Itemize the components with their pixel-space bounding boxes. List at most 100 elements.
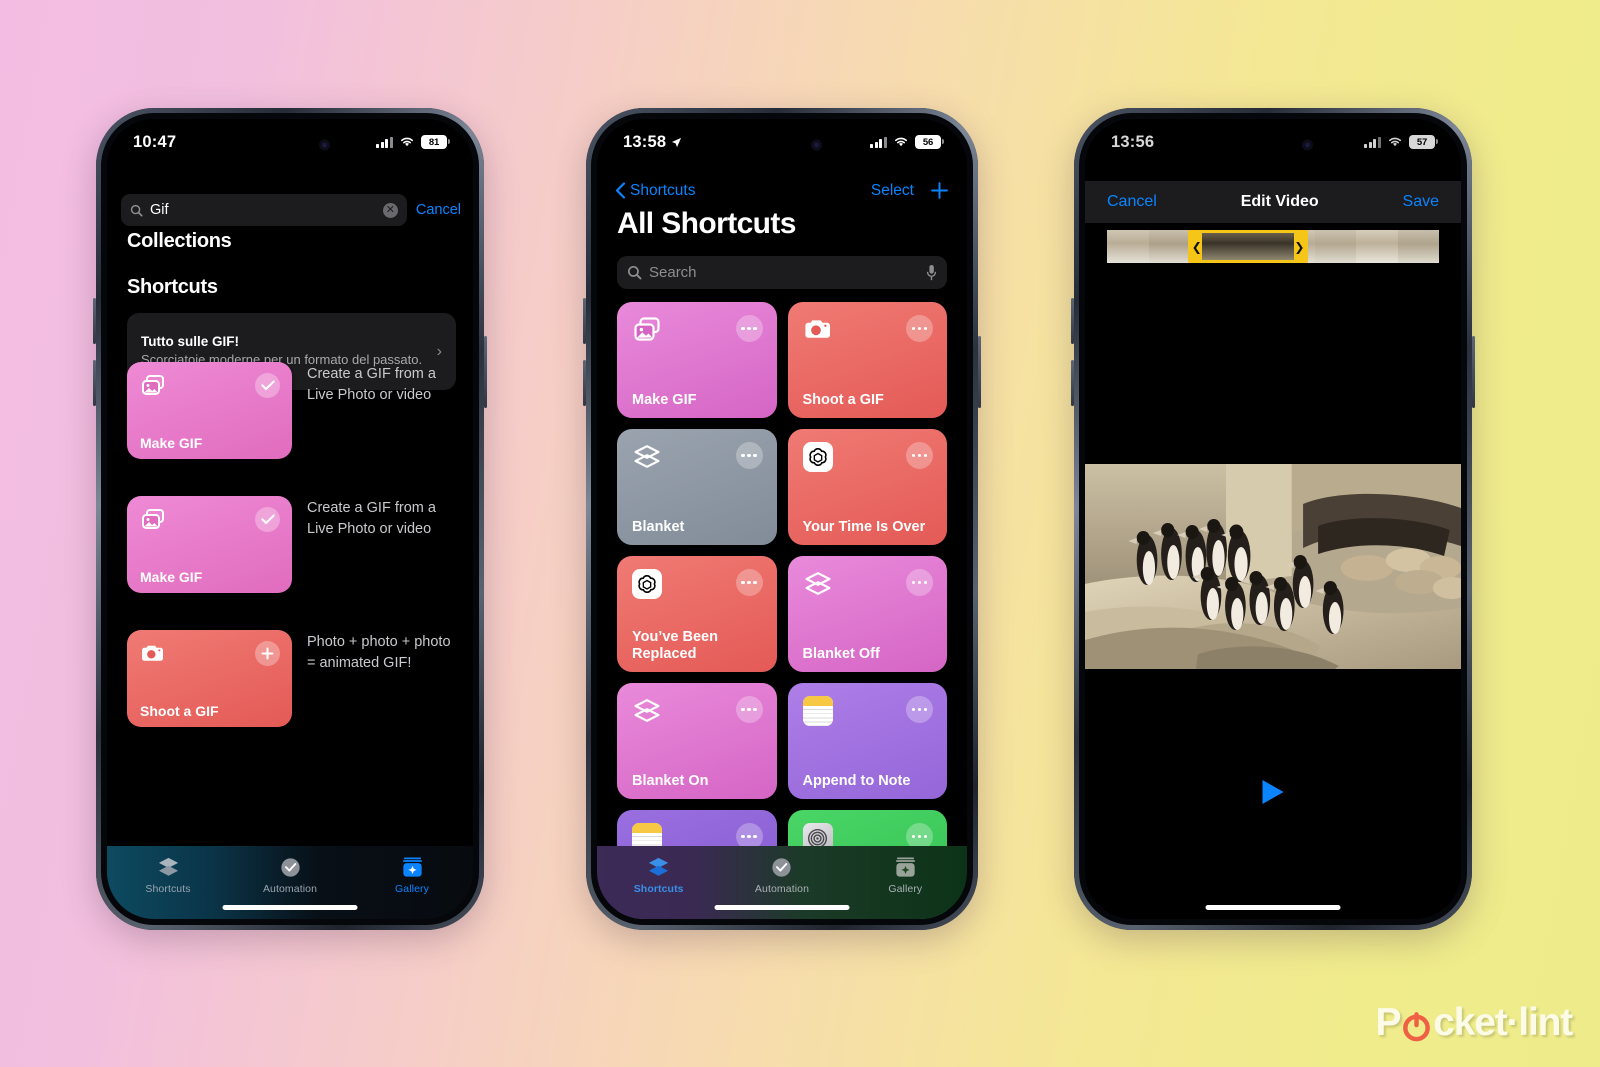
shortcut-tile-make-gif-2[interactable]: Make GIF — [127, 496, 292, 593]
shortcut-name: Your Time Is Over — [802, 518, 926, 535]
select-button[interactable]: Select — [871, 182, 914, 200]
filmstrip-frame — [1148, 230, 1190, 263]
tile-options-button[interactable] — [906, 696, 933, 723]
front-camera-icon — [319, 139, 330, 151]
shortcut-tile-append-to-note[interactable]: Append to Note — [787, 683, 947, 799]
shortcut-name: Make GIF — [632, 391, 697, 408]
photos-stack-icon — [634, 317, 660, 341]
trim-selection-range[interactable]: ❮ ❯ — [1188, 230, 1308, 263]
layers-icon — [634, 445, 660, 468]
video-trim-filmstrip[interactable]: ❮ ❯ — [1107, 230, 1439, 263]
shortcut-tile-make-gif[interactable]: Make GIF — [617, 302, 777, 418]
power-icon — [1401, 1008, 1432, 1041]
tab-automation[interactable]: Automation — [720, 855, 843, 895]
volume-down-button[interactable] — [583, 360, 586, 406]
phone-3-edit-video: 13:56 57 Cancel Edit Video Save ❮ ❯ — [1071, 108, 1475, 930]
shortcut-name: Blanket — [632, 518, 685, 535]
camera-icon — [142, 645, 163, 661]
power-button[interactable] — [978, 336, 981, 408]
shortcut-tile-make-gif-1[interactable]: Make GIF — [127, 362, 292, 459]
collection-name: Tutto sulle GIF! — [141, 334, 239, 350]
shortcut-name: Blanket On — [632, 772, 709, 789]
tile-options-button[interactable] — [735, 442, 763, 469]
phone-1-screen: 10:47 81 Gif ✕ Cancel Collections Tutto … — [107, 119, 473, 919]
home-indicator[interactable] — [714, 905, 850, 910]
back-button[interactable]: Shortcuts — [615, 182, 695, 200]
shortcut-tile-blanket[interactable]: Blanket — [617, 429, 777, 545]
shortcut-tile-blanket-off[interactable]: Blanket Off — [787, 556, 947, 672]
play-icon[interactable] — [1262, 780, 1284, 804]
volume-up-button[interactable] — [93, 298, 96, 344]
battery-level: 56 — [922, 136, 934, 148]
tab-shortcuts[interactable]: Shortcuts — [597, 855, 720, 895]
tab-label: Automation — [754, 883, 810, 895]
wifi-icon — [895, 137, 907, 147]
layers-icon — [649, 857, 669, 876]
tab-label: Shortcuts — [145, 883, 191, 895]
watermark-suffix: cket·lint — [1433, 1001, 1573, 1044]
tile-options-button[interactable] — [735, 569, 763, 596]
shortcut-tile-youve-been-replaced[interactable]: You’ve Been Replaced — [617, 556, 777, 672]
tile-options-button[interactable] — [735, 696, 763, 723]
edit-video-navigation-bar: Cancel Edit Video Save — [1085, 181, 1461, 223]
microphone-icon[interactable] — [926, 264, 937, 281]
power-button[interactable] — [484, 336, 487, 408]
search-input[interactable]: Search — [617, 256, 947, 289]
tile-options-button[interactable] — [906, 569, 933, 596]
power-button[interactable] — [1472, 336, 1475, 408]
volume-up-button[interactable] — [583, 298, 586, 344]
save-button[interactable]: Save — [1403, 193, 1439, 211]
selected-check-badge — [255, 507, 280, 532]
home-indicator[interactable] — [1205, 905, 1341, 910]
filmstrip-frame — [1314, 230, 1356, 263]
volume-down-button[interactable] — [1071, 360, 1074, 406]
back-label: Shortcuts — [630, 181, 696, 199]
status-time: 13:58 — [623, 133, 682, 152]
chatgpt-icon — [632, 569, 662, 599]
clear-search-icon[interactable]: ✕ — [382, 202, 398, 218]
battery-icon: 81 — [421, 135, 451, 149]
cellular-signal-icon — [870, 136, 887, 148]
home-indicator[interactable] — [222, 905, 358, 910]
cancel-button[interactable]: Cancel — [1107, 193, 1157, 211]
chatgpt-icon — [802, 442, 833, 472]
tab-automation[interactable]: Automation — [229, 855, 351, 895]
cancel-search-button[interactable]: Cancel — [416, 202, 461, 218]
shortcut-tile-shoot-a-gif[interactable]: Shoot a GIF — [127, 630, 292, 727]
tab-label: Shortcuts — [633, 883, 684, 895]
phone-2-screen: 13:58 56 Shortcuts Select All Shortcuts … — [597, 119, 967, 919]
camera-icon — [804, 320, 830, 338]
trim-handle-right[interactable]: ❯ — [1293, 233, 1305, 260]
tab-gallery[interactable]: Gallery — [351, 855, 473, 895]
shortcut-description: Create a GIF from a Live Photo or video — [307, 366, 436, 403]
clock-check-icon — [280, 858, 300, 877]
dynamic-island — [1221, 130, 1325, 160]
navigation-bar: Shortcuts Select — [615, 181, 949, 200]
collections-heading: Collections — [127, 230, 232, 252]
filmstrip-frame — [1397, 230, 1439, 263]
video-preview-area[interactable] — [1085, 274, 1461, 859]
tile-options-button[interactable] — [906, 315, 933, 342]
tile-options-button[interactable] — [906, 442, 933, 469]
trim-handle-left[interactable]: ❮ — [1191, 233, 1203, 260]
shortcut-tile-your-time-is-over[interactable]: Your Time Is Over — [787, 429, 947, 545]
status-time: 13:56 — [1111, 132, 1155, 151]
search-input[interactable]: Gif ✕ — [121, 194, 407, 226]
page-title: All Shortcuts — [617, 207, 796, 240]
add-shortcut-icon[interactable] — [930, 181, 949, 200]
volume-down-button[interactable] — [93, 360, 96, 406]
chevron-right-icon: › — [436, 342, 442, 360]
phone-2-all-shortcuts: 13:58 56 Shortcuts Select All Shortcuts … — [583, 108, 981, 930]
shortcut-tile-blanket-on[interactable]: Blanket On — [617, 683, 777, 799]
phone-1-shortcuts-search: 10:47 81 Gif ✕ Cancel Collections Tutto … — [93, 108, 487, 930]
pocket-lint-watermark: P cket·lint — [1375, 1001, 1573, 1045]
tab-gallery[interactable]: Gallery — [844, 855, 967, 895]
add-shortcut-badge[interactable] — [255, 641, 280, 666]
battery-level: 57 — [1416, 136, 1428, 148]
tile-options-button[interactable] — [735, 315, 763, 342]
volume-up-button[interactable] — [1071, 298, 1074, 344]
location-arrow-icon — [672, 137, 682, 147]
cellular-signal-icon — [376, 136, 393, 148]
shortcut-tile-shoot-a-gif[interactable]: Shoot a GIF — [787, 302, 947, 418]
tab-shortcuts[interactable]: Shortcuts — [107, 855, 229, 895]
